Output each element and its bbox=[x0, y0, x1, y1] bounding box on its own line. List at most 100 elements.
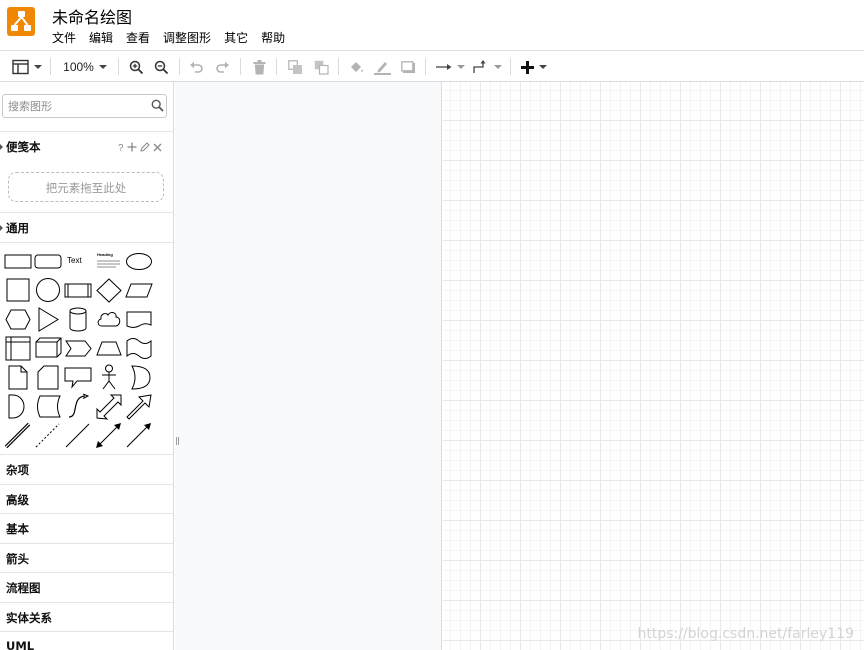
section-general[interactable]: 通用 bbox=[0, 212, 173, 242]
shape-textbox[interactable]: Heading bbox=[94, 247, 124, 276]
shape-square[interactable] bbox=[3, 276, 33, 305]
line-color-button[interactable] bbox=[372, 57, 392, 77]
shape-cloud[interactable] bbox=[94, 305, 124, 334]
section-uml[interactable]: UML bbox=[0, 631, 173, 650]
fill-color-icon bbox=[349, 60, 365, 75]
shape-process[interactable] bbox=[63, 276, 93, 305]
section-label: 通用 bbox=[6, 221, 29, 235]
edit-pencil-icon[interactable] bbox=[139, 139, 150, 157]
section-misc[interactable]: 杂项 bbox=[0, 454, 173, 484]
toolbar-divider bbox=[338, 58, 339, 75]
waypoints-icon bbox=[472, 60, 489, 74]
section-label: 基本 bbox=[6, 522, 29, 536]
shape-rectangle[interactable] bbox=[3, 247, 33, 276]
to-front-icon bbox=[287, 59, 303, 75]
shape-bidirectional-arrow[interactable] bbox=[94, 392, 124, 421]
search-icon[interactable] bbox=[151, 99, 164, 117]
shape-actor[interactable] bbox=[94, 363, 124, 392]
close-icon[interactable] bbox=[153, 139, 162, 157]
shape-data-storage[interactable] bbox=[33, 392, 63, 421]
menu-bar: 文件 编辑 查看 调整图形 其它 帮助 bbox=[52, 29, 298, 47]
shape-link[interactable] bbox=[3, 421, 33, 450]
to-front-button[interactable] bbox=[285, 57, 305, 77]
shape-or[interactable] bbox=[124, 363, 154, 392]
shape-callout[interactable] bbox=[63, 363, 93, 392]
section-label: 便笺本 bbox=[6, 140, 41, 154]
shape-parallelogram[interactable] bbox=[124, 276, 154, 305]
shape-curve[interactable] bbox=[63, 392, 93, 421]
section-basic[interactable]: 基本 bbox=[0, 513, 173, 543]
section-advanced[interactable]: 高级 bbox=[0, 484, 173, 514]
zoom-in-button[interactable] bbox=[126, 57, 146, 77]
chevron-down-icon bbox=[539, 65, 547, 69]
insert-dropdown[interactable] bbox=[518, 57, 550, 77]
shadow-button[interactable] bbox=[398, 57, 418, 77]
search-input[interactable] bbox=[8, 99, 143, 114]
zoom-level: 100% bbox=[63, 60, 94, 74]
shape-arrow[interactable] bbox=[124, 392, 154, 421]
shape-internal-storage[interactable] bbox=[3, 334, 33, 363]
shape-cube[interactable] bbox=[33, 334, 63, 363]
shape-ellipse[interactable] bbox=[124, 247, 154, 276]
connection-arrow-icon bbox=[435, 63, 452, 71]
to-back-button[interactable] bbox=[311, 57, 331, 77]
shape-delay[interactable] bbox=[3, 392, 33, 421]
format-panel-button[interactable] bbox=[10, 57, 44, 77]
shape-rounded-rectangle[interactable] bbox=[33, 247, 63, 276]
add-icon[interactable] bbox=[127, 139, 137, 157]
chevron-down-icon bbox=[98, 65, 107, 69]
to-back-icon bbox=[314, 60, 329, 75]
help-icon[interactable]: ? bbox=[118, 143, 124, 154]
zoom-in-icon bbox=[129, 60, 144, 75]
undo-button[interactable] bbox=[186, 57, 206, 77]
document-title[interactable]: 未命名绘图 bbox=[52, 4, 132, 28]
shape-document[interactable] bbox=[124, 305, 154, 334]
scratchpad-drop-zone[interactable]: 把元素拖至此处 bbox=[8, 172, 164, 202]
title-bar: 未命名绘图 文件 编辑 查看 调整图形 其它 帮助 bbox=[0, 0, 864, 50]
menu-edit[interactable]: 编辑 bbox=[89, 29, 113, 47]
general-shapes-grid: Text Heading bbox=[0, 242, 173, 452]
shape-line[interactable] bbox=[63, 421, 93, 450]
waypoints-dropdown[interactable] bbox=[471, 57, 503, 77]
delete-button[interactable] bbox=[249, 57, 269, 77]
connection-style-dropdown[interactable] bbox=[434, 57, 466, 77]
toolbar: 100% bbox=[0, 50, 864, 82]
resize-handle-icon[interactable] bbox=[176, 432, 179, 450]
menu-extras[interactable]: 其它 bbox=[224, 29, 248, 47]
zoom-out-icon bbox=[154, 60, 169, 75]
format-panel bbox=[175, 82, 442, 650]
menu-help[interactable]: 帮助 bbox=[261, 29, 285, 47]
expand-arrow-icon bbox=[0, 144, 3, 150]
menu-arrange[interactable]: 调整图形 bbox=[163, 29, 211, 47]
shape-circle[interactable] bbox=[33, 276, 63, 305]
shape-tape[interactable] bbox=[124, 334, 154, 363]
fill-color-button[interactable] bbox=[347, 57, 367, 77]
diagram-canvas[interactable]: https://blog.csdn.net/farley119 bbox=[443, 82, 864, 650]
redo-button[interactable] bbox=[212, 57, 232, 77]
menu-view[interactable]: 查看 bbox=[126, 29, 150, 47]
section-scratchpad[interactable]: 便笺本 ? bbox=[0, 131, 173, 161]
shape-text[interactable]: Text bbox=[63, 247, 93, 276]
shape-triangle[interactable] bbox=[33, 305, 63, 334]
section-flowchart[interactable]: 流程图 bbox=[0, 572, 173, 602]
zoom-dropdown[interactable]: 100% bbox=[60, 57, 110, 77]
shape-card[interactable] bbox=[33, 363, 63, 392]
shape-trapezoid[interactable] bbox=[94, 334, 124, 363]
shape-step[interactable] bbox=[63, 334, 93, 363]
shape-hexagon[interactable] bbox=[3, 305, 33, 334]
search-box bbox=[2, 94, 167, 118]
shape-directional-connector[interactable] bbox=[124, 421, 154, 450]
scratchpad-tools: ? bbox=[118, 139, 165, 157]
section-arrows[interactable]: 箭头 bbox=[0, 543, 173, 573]
shape-cylinder[interactable] bbox=[63, 305, 93, 334]
menu-file[interactable]: 文件 bbox=[52, 29, 76, 47]
shape-diamond[interactable] bbox=[94, 276, 124, 305]
shape-bidirectional-connector[interactable] bbox=[94, 421, 124, 450]
shape-dashed-line[interactable] bbox=[33, 421, 63, 450]
section-entity-relation[interactable]: 实体关系 bbox=[0, 602, 173, 632]
toolbar-divider bbox=[240, 58, 241, 75]
zoom-out-button[interactable] bbox=[151, 57, 171, 77]
shape-note[interactable] bbox=[3, 363, 33, 392]
undo-icon bbox=[189, 61, 204, 73]
format-panel-icon bbox=[12, 59, 29, 75]
